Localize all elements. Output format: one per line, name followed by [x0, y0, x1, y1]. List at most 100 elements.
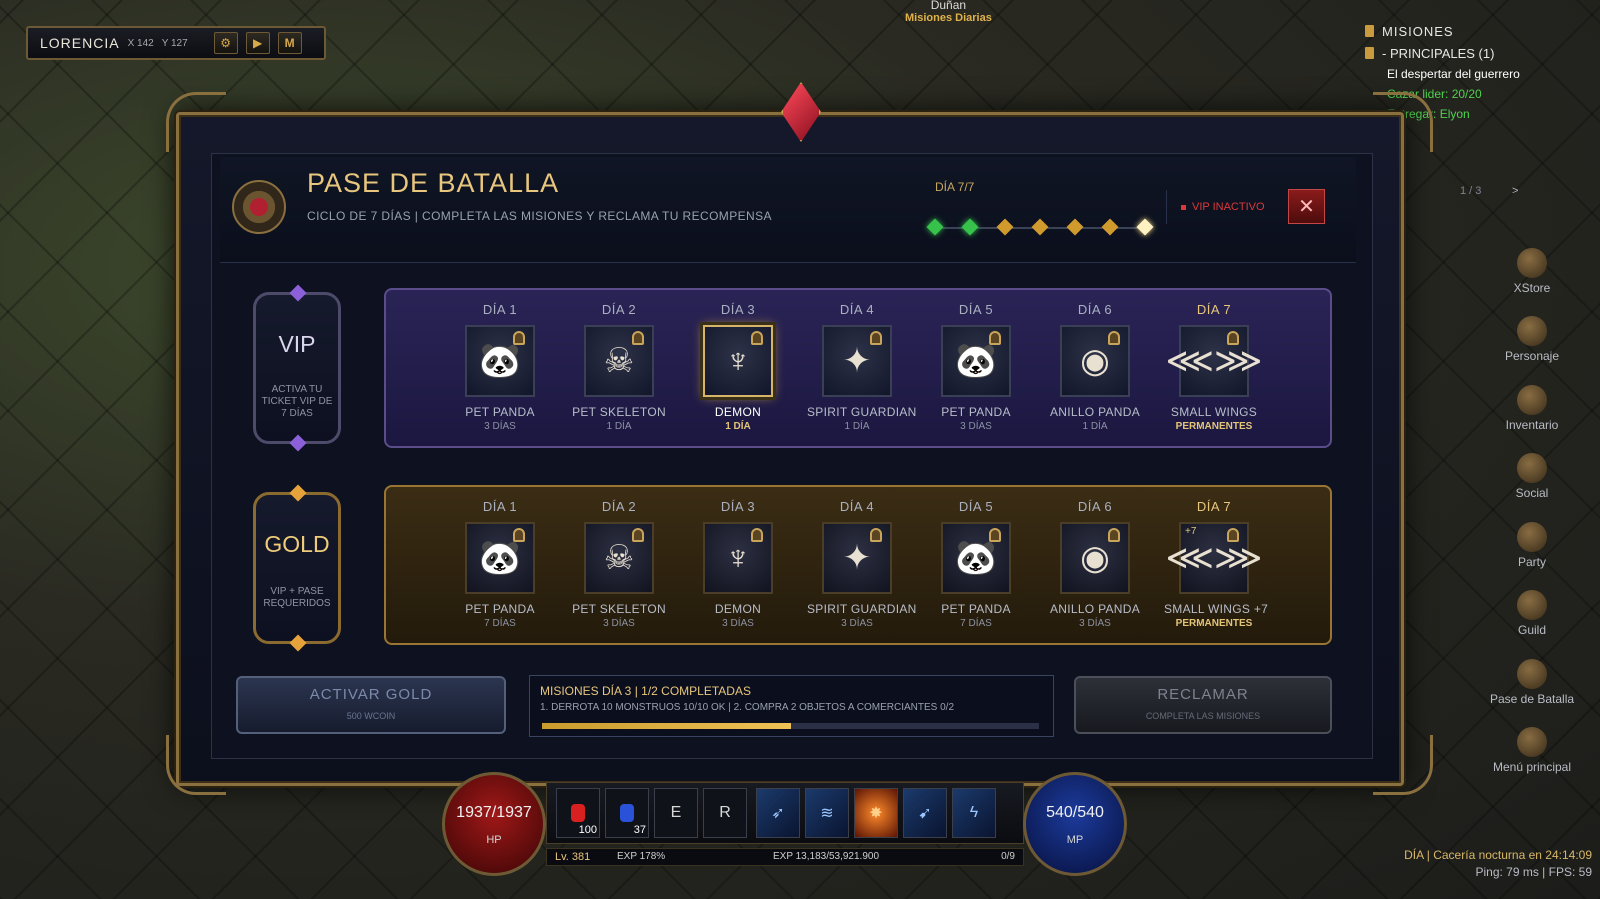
level-label: Lv. 381 [555, 851, 591, 863]
gold-reward-day-6[interactable]: DÍA 6 ◉ ANILLO PANDA 3 DÍAS [1045, 499, 1145, 629]
reward-slot[interactable]: ◉ [1060, 522, 1130, 594]
reward-slot[interactable]: 🐼 [465, 522, 535, 594]
reward-slot[interactable]: ♆ [703, 522, 773, 594]
hp-orb: 1937/1937 HP [442, 772, 546, 876]
skill-blade-icon[interactable]: ≋ [805, 788, 849, 838]
reward-slot[interactable]: ☠ [584, 325, 654, 397]
gold-reward-day-4[interactable]: DÍA 4 ✦ SPIRIT GUARDIAN 3 DÍAS [807, 499, 917, 629]
reward-duration: 1 DÍA [725, 421, 751, 432]
npc-name: Duñan [930, 0, 967, 12]
vip-tier-badge: VIP ACTIVA TU TICKET VIP DE 7 DÍAS [253, 284, 341, 452]
skill-lightning-icon[interactable]: ϟ [952, 788, 996, 838]
vip-status: VIP INACTIVO [1166, 190, 1280, 224]
skill-spear-icon[interactable]: ➶ [756, 788, 800, 838]
demon-icon: ♆ [725, 539, 751, 577]
reward-slot[interactable]: ◉ [1060, 325, 1130, 397]
reward-slot[interactable]: ⋘⋙ [1166, 325, 1262, 397]
vip-reward-day-7[interactable]: DÍA 7 ⋘⋙ SMALL WINGS PERMANENTES [1164, 302, 1264, 432]
reward-name: PET PANDA [465, 602, 535, 616]
menu-inventario[interactable]: Inventario [1472, 369, 1592, 438]
reward-slot[interactable]: ♆ [703, 325, 773, 397]
status-dot-icon [1181, 204, 1186, 210]
bag-icon [1517, 247, 1547, 278]
menu-personaje[interactable]: Personaje [1472, 301, 1592, 370]
gold-tier-desc: VIP + PASE REQUERIDOS [263, 586, 331, 609]
reward-duration: 3 DÍAS [960, 421, 992, 432]
ping-fps: Ping: 79 ms | FPS: 59 [1475, 865, 1592, 879]
gold-reward-day-5[interactable]: DÍA 5 🐼 PET PANDA 7 DÍAS [926, 499, 1026, 629]
play-icon[interactable]: ▶ [245, 32, 270, 54]
reward-slot[interactable]: ✦ [822, 522, 892, 594]
menu-battle-pass[interactable]: Pase de Batalla [1472, 643, 1592, 712]
reward-name: PET SKELETON [572, 405, 666, 419]
modal-title: PASE DE BATALLA [307, 168, 560, 198]
vip-reward-day-6[interactable]: DÍA 6 ◉ ANILLO PANDA 1 DÍA [1045, 302, 1145, 432]
reward-day-label: DÍA 6 [1077, 499, 1113, 514]
claim-button[interactable]: RECLAMAR COMPLETA LAS MISIONES [1074, 676, 1332, 734]
gold-reward-day-2[interactable]: DÍA 2 ☠ PET SKELETON 3 DÍAS [569, 499, 669, 629]
reward-name: PET PANDA [465, 405, 535, 419]
vip-reward-day-2[interactable]: DÍA 2 ☠ PET SKELETON 1 DÍA [569, 302, 669, 432]
vip-reward-day-1[interactable]: DÍA 1 🐼 PET PANDA 3 DÍAS [450, 302, 550, 432]
potion-blue-slot[interactable]: 37 [605, 788, 649, 838]
reward-slot[interactable]: 🐼 [465, 325, 535, 397]
lock-icon [751, 528, 763, 542]
potion-red-slot[interactable]: 100 [556, 788, 600, 838]
vip-reward-day-3[interactable]: DÍA 3 ♆ DEMON 1 DÍA [688, 302, 788, 432]
skill-lance-icon[interactable]: ➹ [903, 788, 947, 838]
reward-day-label: DÍA 3 [720, 302, 756, 317]
reward-day-label: DÍA 7 [1196, 302, 1232, 317]
day-counter: DÍA 7/7 [935, 180, 975, 194]
guild-icon [1517, 590, 1547, 620]
reward-name: PET PANDA [941, 602, 1011, 616]
reward-day-label: DÍA 7 [1196, 499, 1232, 514]
vip-reward-day-5[interactable]: DÍA 5 🐼 PET PANDA 3 DÍAS [926, 302, 1026, 432]
reward-slot[interactable]: ✦ [822, 325, 892, 397]
map-button[interactable]: M [277, 32, 302, 54]
reward-name: PET PANDA [941, 405, 1011, 419]
reward-duration: 1 DÍA [606, 421, 632, 432]
gold-reward-day-7[interactable]: DÍA 7 +7 ⋘⋙ SMALL WINGS +7 PERMANENTES [1164, 499, 1268, 629]
key-r-slot[interactable]: R [703, 788, 747, 838]
missions-next-button[interactable]: > [1512, 185, 1518, 197]
menu-party[interactable]: Party [1472, 506, 1592, 575]
reward-day-label: DÍA 1 [482, 499, 518, 514]
quest-name[interactable]: El despertar del guerrero [1365, 64, 1595, 84]
reward-day-label: DÍA 5 [958, 302, 994, 317]
hp-value: 1937/1937 [456, 804, 532, 821]
chest-icon [1517, 384, 1547, 415]
panda-icon: 🐼 [954, 342, 998, 380]
reward-slot[interactable]: 🐼 [941, 522, 1011, 594]
frame-corner [1373, 92, 1433, 152]
spirit-icon: ✦ [842, 539, 872, 577]
reward-day-label: DÍA 4 [839, 302, 875, 317]
menu-social[interactable]: Social [1472, 438, 1592, 507]
claim-hint: COMPLETA LAS MISIONES [1145, 711, 1261, 721]
close-button[interactable]: ✕ [1288, 189, 1325, 224]
missions-pager: 1 / 3 [1460, 185, 1482, 197]
reward-name: SPIRIT GUARDIAN [807, 602, 917, 616]
reward-duration: 3 DÍAS [484, 421, 516, 432]
skill-fire-icon[interactable]: ✸ [854, 788, 898, 838]
side-menu: XStore Personaje Inventario Social Party… [1472, 232, 1592, 780]
reward-slot[interactable]: ☠ [584, 522, 654, 594]
lock-icon [632, 331, 644, 345]
activate-gold-button[interactable]: ACTIVAR GOLD 500 WCOIN [236, 676, 506, 734]
missions-category[interactable]: - PRINCIPALES (1) [1382, 46, 1494, 61]
reward-slot[interactable]: +7 ⋘⋙ [1166, 522, 1262, 594]
character-icon [1517, 316, 1547, 346]
menu-main[interactable]: Menú principal [1472, 712, 1592, 781]
reward-slot[interactable]: 🐼 [941, 325, 1011, 397]
mp-orb: 540/540 MP [1023, 772, 1127, 876]
reward-duration: PERMANENTES [1175, 618, 1253, 629]
event-timer: DÍA | Cacería nocturna en 24:14:09 [1404, 848, 1592, 862]
reward-plus-label: +7 [1185, 526, 1197, 537]
gold-reward-day-1[interactable]: DÍA 1 🐼 PET PANDA 7 DÍAS [450, 499, 550, 629]
settings-icon[interactable]: ⚙ [213, 32, 238, 54]
exp-fraction: 0/9 [1001, 851, 1015, 862]
vip-reward-day-4[interactable]: DÍA 4 ✦ SPIRIT GUARDIAN 1 DÍA [807, 302, 916, 432]
gold-reward-day-3[interactable]: DÍA 3 ♆ DEMON 3 DÍAS [688, 499, 788, 629]
menu-guild[interactable]: Guild [1472, 575, 1592, 644]
key-e-slot[interactable]: E [654, 788, 698, 838]
menu-xstore[interactable]: XStore [1472, 232, 1592, 301]
